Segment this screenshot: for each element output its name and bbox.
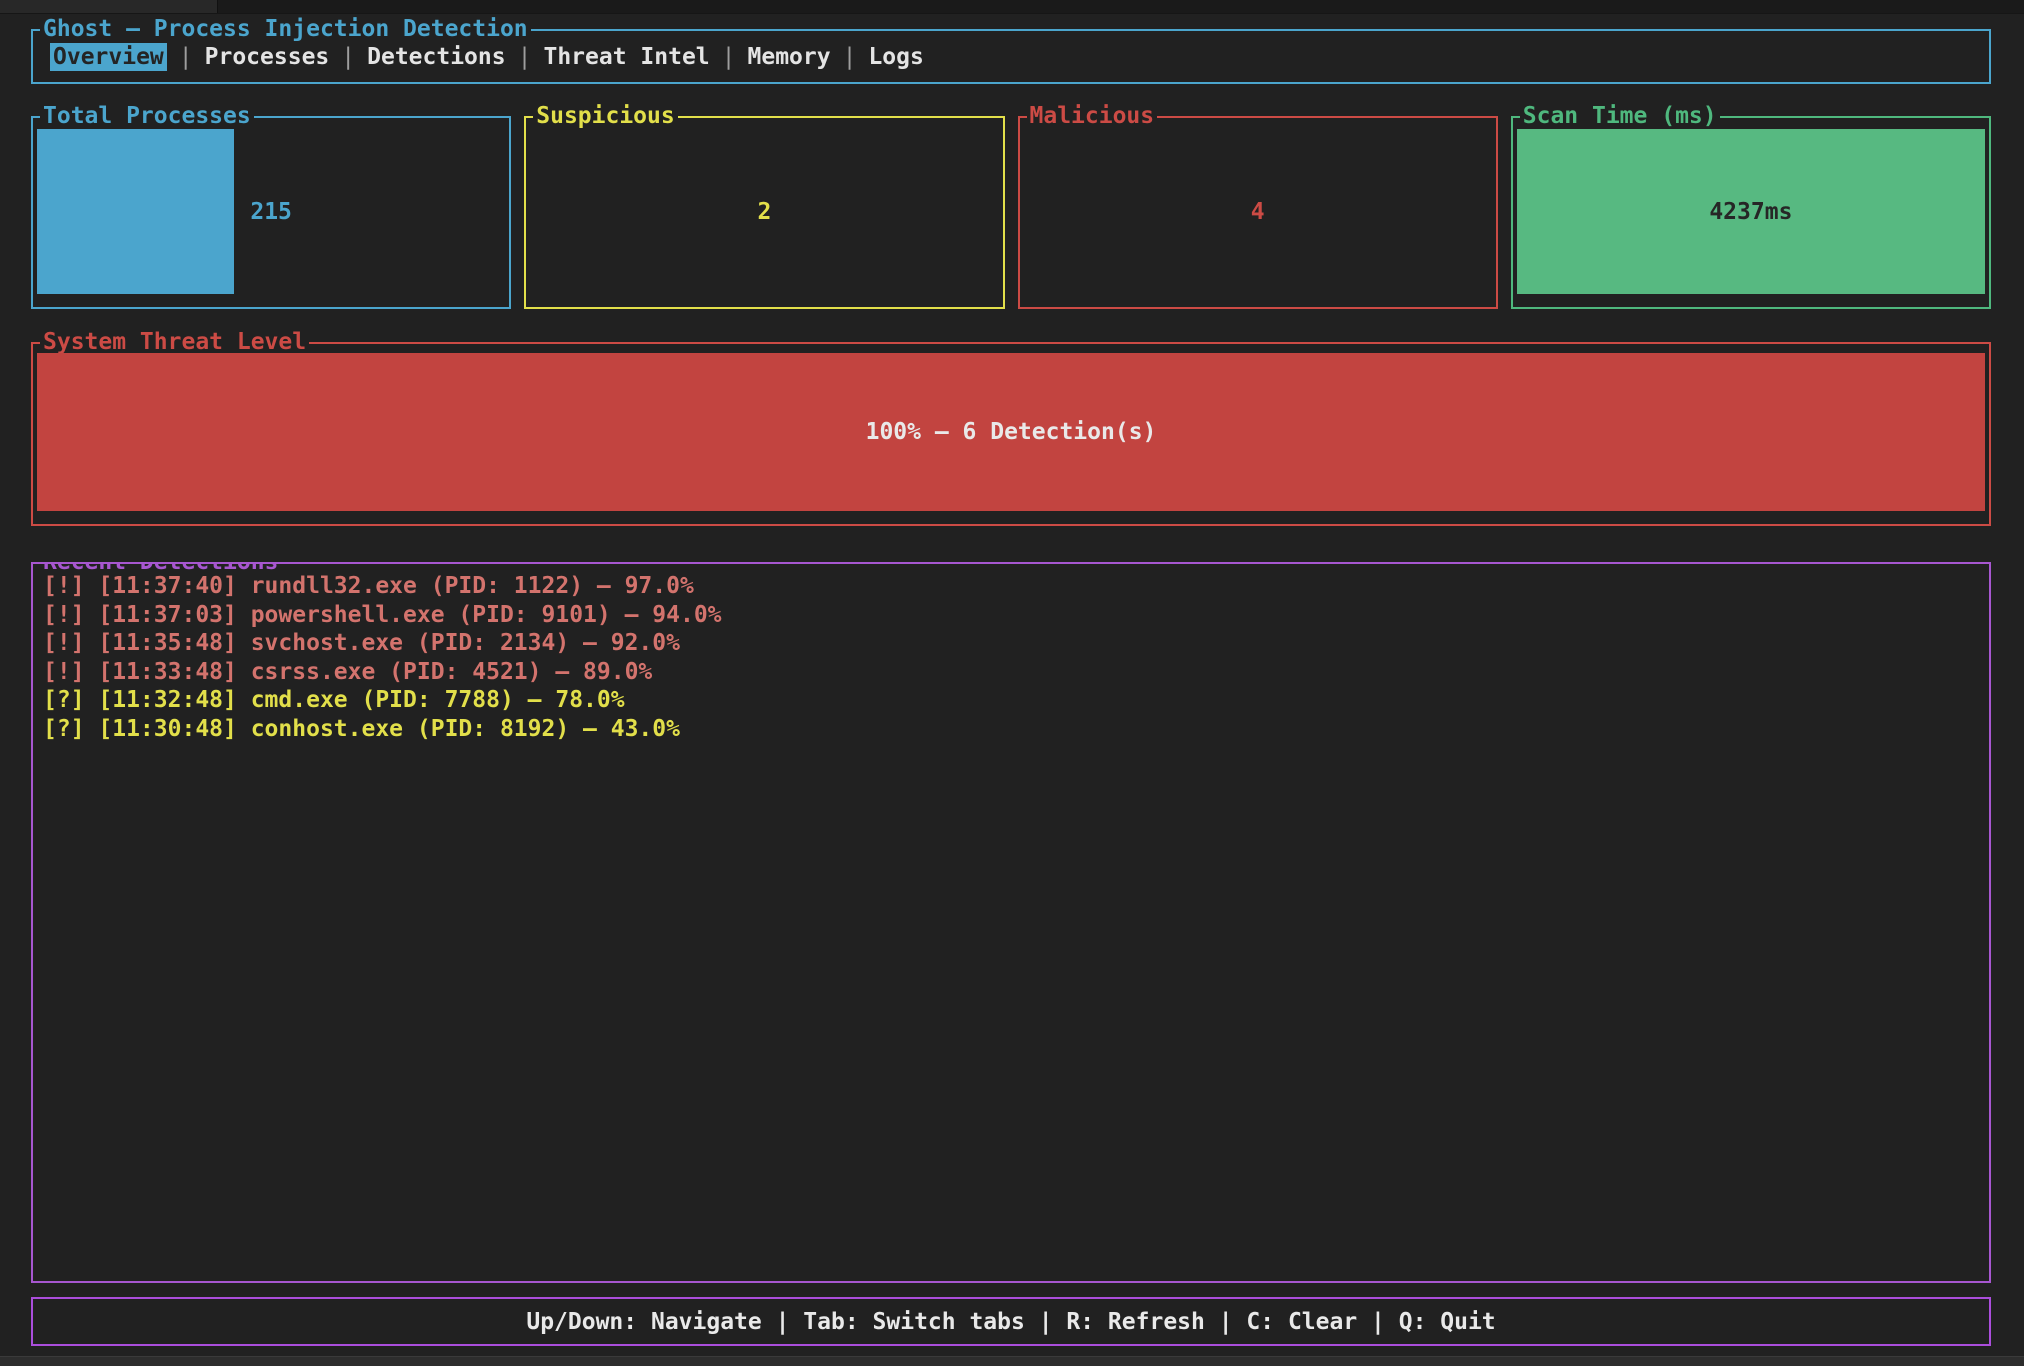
- malicious-gauge: 4: [1024, 129, 1492, 294]
- stat-suspicious: Suspicious 2: [524, 116, 1004, 309]
- stat-value: 4: [1024, 129, 1492, 294]
- tab-logs[interactable]: Logs: [868, 44, 923, 70]
- tab-separator: |: [710, 44, 748, 70]
- threat-level-panel: System Threat Level 100% — 6 Detection(s…: [31, 342, 1991, 526]
- tab-memory[interactable]: Memory: [748, 44, 831, 70]
- tab-separator: |: [831, 44, 869, 70]
- stat-total-processes: Total Processes 215: [31, 116, 511, 309]
- suspicious-gauge: 2: [530, 129, 998, 294]
- detection-row[interactable]: [!] [11:35:48] svchost.exe (PID: 2134) —…: [43, 629, 1979, 658]
- help-bar: Up/Down: Navigate | Tab: Switch tabs | R…: [31, 1297, 1991, 1346]
- total-processes-gauge: 215: [37, 129, 505, 294]
- threat-level-title: System Threat Level: [40, 329, 309, 355]
- tab-threat-intel[interactable]: Threat Intel: [543, 44, 709, 70]
- stat-scan-time: Scan Time (ms) 4237ms: [1511, 116, 1991, 309]
- stat-value: 2: [530, 129, 998, 294]
- threat-level-value: 100% — 6 Detection(s): [37, 353, 1985, 511]
- detection-row[interactable]: [?] [11:30:48] conhost.exe (PID: 8192) —…: [43, 715, 1979, 744]
- help-text: Up/Down: Navigate | Tab: Switch tabs | R…: [526, 1309, 1495, 1335]
- scan-time-gauge: 4237ms: [1517, 129, 1985, 294]
- stat-value: 4237ms: [1517, 129, 1985, 294]
- header-panel: Ghost — Process Injection Detection Over…: [31, 29, 1991, 84]
- stat-title: Malicious: [1027, 103, 1158, 129]
- detection-row[interactable]: [!] [11:33:48] csrss.exe (PID: 4521) — 8…: [43, 658, 1979, 687]
- terminal-content: Ghost — Process Injection Detection Over…: [31, 14, 1991, 1346]
- stat-title: Total Processes: [40, 103, 254, 129]
- tab-separator: |: [167, 44, 205, 70]
- tab-processes[interactable]: Processes: [205, 44, 330, 70]
- tab-separator: |: [506, 44, 544, 70]
- stat-title: Scan Time (ms): [1520, 103, 1720, 129]
- window-bottom-edge: [0, 1356, 2024, 1366]
- app-title: Ghost — Process Injection Detection: [40, 16, 531, 42]
- detection-row[interactable]: [!] [11:37:40] rundll32.exe (PID: 1122) …: [43, 572, 1979, 601]
- stat-malicious: Malicious 4: [1018, 116, 1498, 309]
- stat-value: 215: [37, 129, 505, 294]
- window-titlebar: [0, 0, 2024, 14]
- tab-detections[interactable]: Detections: [367, 44, 505, 70]
- stat-title: Suspicious: [533, 103, 677, 129]
- tab-overview[interactable]: Overview: [50, 43, 167, 71]
- detection-row[interactable]: [?] [11:32:48] cmd.exe (PID: 7788) — 78.…: [43, 686, 1979, 715]
- detections-list: [!] [11:37:40] rundll32.exe (PID: 1122) …: [43, 572, 1979, 743]
- recent-detections-panel: Recent Detections [!] [11:37:40] rundll3…: [31, 562, 1991, 1283]
- threat-level-gauge: 100% — 6 Detection(s): [37, 353, 1985, 511]
- tab-separator: |: [329, 44, 367, 70]
- terminal-tab[interactable]: [0, 0, 218, 13]
- stats-row: Total Processes 215 Suspicious 2 Malicio…: [31, 116, 1991, 309]
- recent-detections-title: Recent Detections: [40, 562, 281, 575]
- detection-row[interactable]: [!] [11:37:03] powershell.exe (PID: 9101…: [43, 601, 1979, 630]
